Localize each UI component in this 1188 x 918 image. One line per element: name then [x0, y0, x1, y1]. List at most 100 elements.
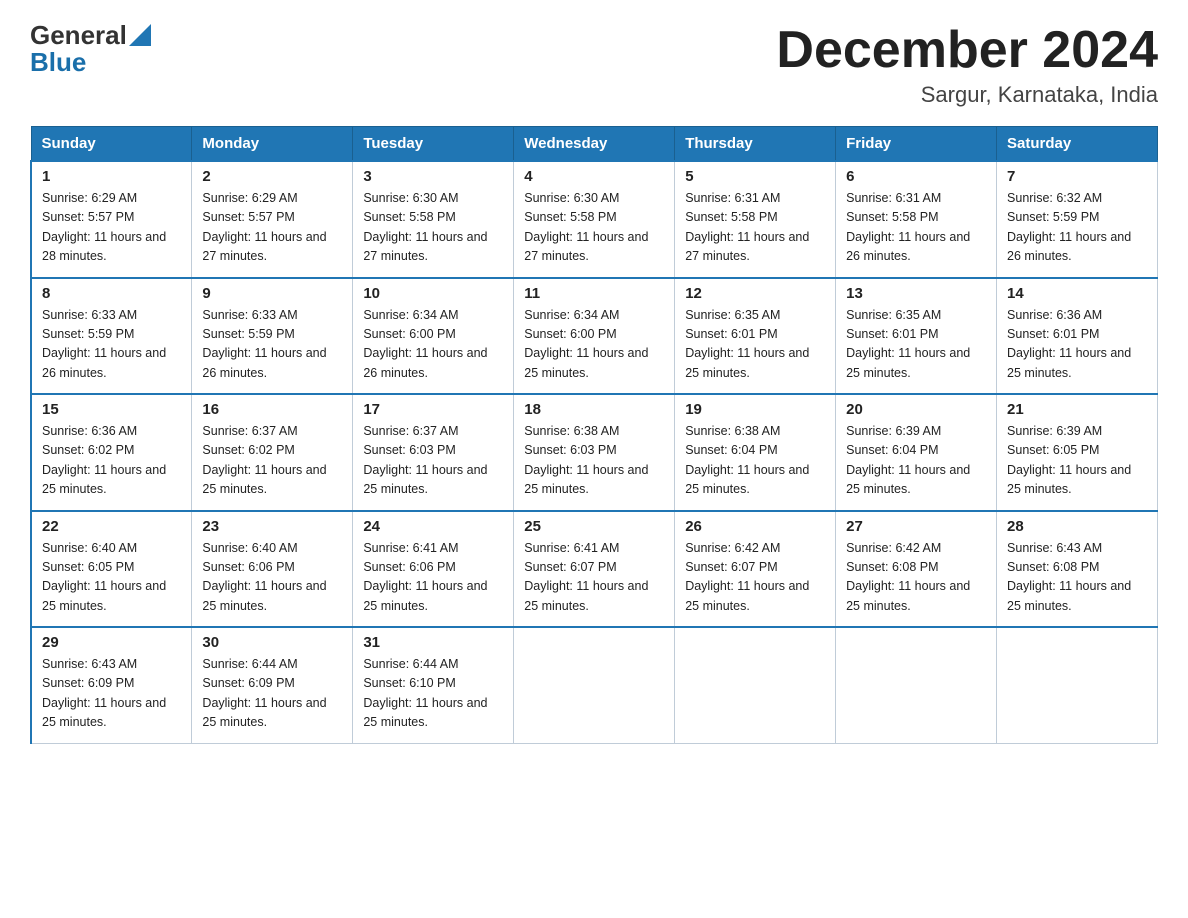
week-row-1: 1 Sunrise: 6:29 AMSunset: 5:57 PMDayligh…	[31, 161, 1158, 278]
logo-blue: Blue	[30, 47, 86, 78]
day-number: 5	[685, 168, 825, 185]
day-number: 3	[363, 168, 503, 185]
calendar-cell: 5 Sunrise: 6:31 AMSunset: 5:58 PMDayligh…	[675, 161, 836, 278]
day-info: Sunrise: 6:40 AMSunset: 6:06 PMDaylight:…	[202, 539, 342, 617]
day-info: Sunrise: 6:36 AMSunset: 6:01 PMDaylight:…	[1007, 306, 1147, 384]
day-info: Sunrise: 6:38 AMSunset: 6:04 PMDaylight:…	[685, 422, 825, 500]
day-info: Sunrise: 6:39 AMSunset: 6:04 PMDaylight:…	[846, 422, 986, 500]
day-info: Sunrise: 6:44 AMSunset: 6:09 PMDaylight:…	[202, 655, 342, 733]
calendar-cell: 20 Sunrise: 6:39 AMSunset: 6:04 PMDaylig…	[836, 394, 997, 511]
day-info: Sunrise: 6:42 AMSunset: 6:08 PMDaylight:…	[846, 539, 986, 617]
day-number: 15	[42, 401, 181, 418]
day-number: 29	[42, 634, 181, 651]
day-number: 19	[685, 401, 825, 418]
calendar-cell	[514, 627, 675, 743]
day-info: Sunrise: 6:30 AMSunset: 5:58 PMDaylight:…	[363, 189, 503, 267]
calendar-cell: 18 Sunrise: 6:38 AMSunset: 6:03 PMDaylig…	[514, 394, 675, 511]
calendar-cell	[836, 627, 997, 743]
day-number: 22	[42, 518, 181, 535]
calendar-cell: 23 Sunrise: 6:40 AMSunset: 6:06 PMDaylig…	[192, 511, 353, 628]
calendar-cell: 26 Sunrise: 6:42 AMSunset: 6:07 PMDaylig…	[675, 511, 836, 628]
day-number: 20	[846, 401, 986, 418]
day-number: 21	[1007, 401, 1147, 418]
week-row-2: 8 Sunrise: 6:33 AMSunset: 5:59 PMDayligh…	[31, 278, 1158, 395]
location: Sargur, Karnataka, India	[776, 82, 1158, 108]
title-block: December 2024 Sargur, Karnataka, India	[776, 20, 1158, 108]
calendar-cell: 12 Sunrise: 6:35 AMSunset: 6:01 PMDaylig…	[675, 278, 836, 395]
day-number: 1	[42, 168, 181, 185]
col-monday: Monday	[192, 127, 353, 162]
calendar-header-row: Sunday Monday Tuesday Wednesday Thursday…	[31, 127, 1158, 162]
day-info: Sunrise: 6:37 AMSunset: 6:03 PMDaylight:…	[363, 422, 503, 500]
col-sunday: Sunday	[31, 127, 192, 162]
day-info: Sunrise: 6:39 AMSunset: 6:05 PMDaylight:…	[1007, 422, 1147, 500]
calendar-cell: 3 Sunrise: 6:30 AMSunset: 5:58 PMDayligh…	[353, 161, 514, 278]
calendar-cell: 14 Sunrise: 6:36 AMSunset: 6:01 PMDaylig…	[997, 278, 1158, 395]
day-number: 30	[202, 634, 342, 651]
day-number: 28	[1007, 518, 1147, 535]
month-title: December 2024	[776, 20, 1158, 80]
day-number: 26	[685, 518, 825, 535]
calendar-cell	[997, 627, 1158, 743]
day-number: 7	[1007, 168, 1147, 185]
day-info: Sunrise: 6:34 AMSunset: 6:00 PMDaylight:…	[363, 306, 503, 384]
day-info: Sunrise: 6:31 AMSunset: 5:58 PMDaylight:…	[846, 189, 986, 267]
col-friday: Friday	[836, 127, 997, 162]
calendar-cell: 27 Sunrise: 6:42 AMSunset: 6:08 PMDaylig…	[836, 511, 997, 628]
day-number: 17	[363, 401, 503, 418]
day-info: Sunrise: 6:43 AMSunset: 6:08 PMDaylight:…	[1007, 539, 1147, 617]
calendar-cell: 16 Sunrise: 6:37 AMSunset: 6:02 PMDaylig…	[192, 394, 353, 511]
calendar-cell: 22 Sunrise: 6:40 AMSunset: 6:05 PMDaylig…	[31, 511, 192, 628]
col-saturday: Saturday	[997, 127, 1158, 162]
day-number: 18	[524, 401, 664, 418]
calendar-cell: 30 Sunrise: 6:44 AMSunset: 6:09 PMDaylig…	[192, 627, 353, 743]
calendar-cell: 6 Sunrise: 6:31 AMSunset: 5:58 PMDayligh…	[836, 161, 997, 278]
day-number: 10	[363, 285, 503, 302]
week-row-3: 15 Sunrise: 6:36 AMSunset: 6:02 PMDaylig…	[31, 394, 1158, 511]
day-info: Sunrise: 6:38 AMSunset: 6:03 PMDaylight:…	[524, 422, 664, 500]
calendar-cell: 19 Sunrise: 6:38 AMSunset: 6:04 PMDaylig…	[675, 394, 836, 511]
day-number: 6	[846, 168, 986, 185]
week-row-4: 22 Sunrise: 6:40 AMSunset: 6:05 PMDaylig…	[31, 511, 1158, 628]
calendar-cell: 29 Sunrise: 6:43 AMSunset: 6:09 PMDaylig…	[31, 627, 192, 743]
day-info: Sunrise: 6:31 AMSunset: 5:58 PMDaylight:…	[685, 189, 825, 267]
calendar-cell: 9 Sunrise: 6:33 AMSunset: 5:59 PMDayligh…	[192, 278, 353, 395]
calendar-cell: 15 Sunrise: 6:36 AMSunset: 6:02 PMDaylig…	[31, 394, 192, 511]
day-number: 23	[202, 518, 342, 535]
day-number: 27	[846, 518, 986, 535]
calendar-cell: 17 Sunrise: 6:37 AMSunset: 6:03 PMDaylig…	[353, 394, 514, 511]
calendar-cell: 2 Sunrise: 6:29 AMSunset: 5:57 PMDayligh…	[192, 161, 353, 278]
day-info: Sunrise: 6:34 AMSunset: 6:00 PMDaylight:…	[524, 306, 664, 384]
day-number: 2	[202, 168, 342, 185]
day-number: 31	[363, 634, 503, 651]
calendar-cell: 13 Sunrise: 6:35 AMSunset: 6:01 PMDaylig…	[836, 278, 997, 395]
day-number: 9	[202, 285, 342, 302]
col-tuesday: Tuesday	[353, 127, 514, 162]
day-info: Sunrise: 6:35 AMSunset: 6:01 PMDaylight:…	[685, 306, 825, 384]
day-info: Sunrise: 6:43 AMSunset: 6:09 PMDaylight:…	[42, 655, 181, 733]
calendar-cell	[675, 627, 836, 743]
day-number: 16	[202, 401, 342, 418]
col-thursday: Thursday	[675, 127, 836, 162]
calendar-cell: 21 Sunrise: 6:39 AMSunset: 6:05 PMDaylig…	[997, 394, 1158, 511]
calendar-cell: 24 Sunrise: 6:41 AMSunset: 6:06 PMDaylig…	[353, 511, 514, 628]
day-info: Sunrise: 6:41 AMSunset: 6:06 PMDaylight:…	[363, 539, 503, 617]
day-info: Sunrise: 6:41 AMSunset: 6:07 PMDaylight:…	[524, 539, 664, 617]
day-info: Sunrise: 6:33 AMSunset: 5:59 PMDaylight:…	[202, 306, 342, 384]
day-number: 12	[685, 285, 825, 302]
col-wednesday: Wednesday	[514, 127, 675, 162]
day-number: 13	[846, 285, 986, 302]
calendar-cell: 11 Sunrise: 6:34 AMSunset: 6:00 PMDaylig…	[514, 278, 675, 395]
day-info: Sunrise: 6:33 AMSunset: 5:59 PMDaylight:…	[42, 306, 181, 384]
logo: General Blue	[30, 20, 151, 78]
day-info: Sunrise: 6:29 AMSunset: 5:57 PMDaylight:…	[42, 189, 181, 267]
day-number: 4	[524, 168, 664, 185]
calendar-cell: 4 Sunrise: 6:30 AMSunset: 5:58 PMDayligh…	[514, 161, 675, 278]
day-info: Sunrise: 6:40 AMSunset: 6:05 PMDaylight:…	[42, 539, 181, 617]
calendar-cell: 31 Sunrise: 6:44 AMSunset: 6:10 PMDaylig…	[353, 627, 514, 743]
calendar-table: Sunday Monday Tuesday Wednesday Thursday…	[30, 126, 1158, 744]
calendar-cell: 1 Sunrise: 6:29 AMSunset: 5:57 PMDayligh…	[31, 161, 192, 278]
day-info: Sunrise: 6:35 AMSunset: 6:01 PMDaylight:…	[846, 306, 986, 384]
day-info: Sunrise: 6:37 AMSunset: 6:02 PMDaylight:…	[202, 422, 342, 500]
calendar-cell: 7 Sunrise: 6:32 AMSunset: 5:59 PMDayligh…	[997, 161, 1158, 278]
